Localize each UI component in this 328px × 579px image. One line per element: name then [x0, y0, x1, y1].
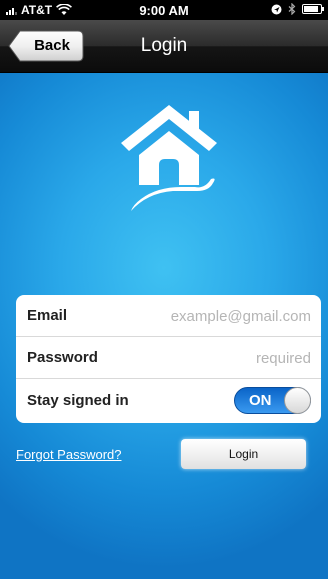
- password-label: Password: [27, 349, 98, 366]
- toggle-on-label: ON: [249, 392, 272, 409]
- location-icon: [271, 4, 282, 14]
- email-field[interactable]: [141, 295, 311, 337]
- forgot-password-link[interactable]: Forgot Password?: [16, 447, 122, 462]
- stay-signed-in-label: Stay signed in: [27, 392, 129, 409]
- battery-icon: [302, 4, 324, 14]
- login-screen: AT&T 9:00 AM Back Login Email example@gm…: [0, 0, 328, 579]
- navigation-bar: Back Login: [0, 20, 328, 73]
- login-content: Email Password Stay signed in ON Forgot …: [0, 73, 328, 579]
- house-hand-icon: [121, 105, 217, 211]
- email-label: Email: [27, 307, 68, 324]
- status-bar: AT&T 9:00 AM: [0, 0, 328, 20]
- status-right: [271, 3, 324, 15]
- bluetooth-icon: [288, 3, 296, 15]
- email-row: Email: [16, 295, 321, 337]
- toggle-knob[interactable]: [284, 387, 311, 414]
- password-field[interactable]: [141, 337, 311, 379]
- login-button[interactable]: Login: [181, 439, 306, 469]
- stay-signed-in-toggle[interactable]: ON: [234, 387, 311, 414]
- page-title: Login: [140, 35, 188, 56]
- login-form: Email Password Stay signed in ON: [16, 295, 321, 423]
- password-row: Password: [16, 337, 321, 379]
- stay-signed-in-row: Stay signed in ON: [16, 379, 321, 423]
